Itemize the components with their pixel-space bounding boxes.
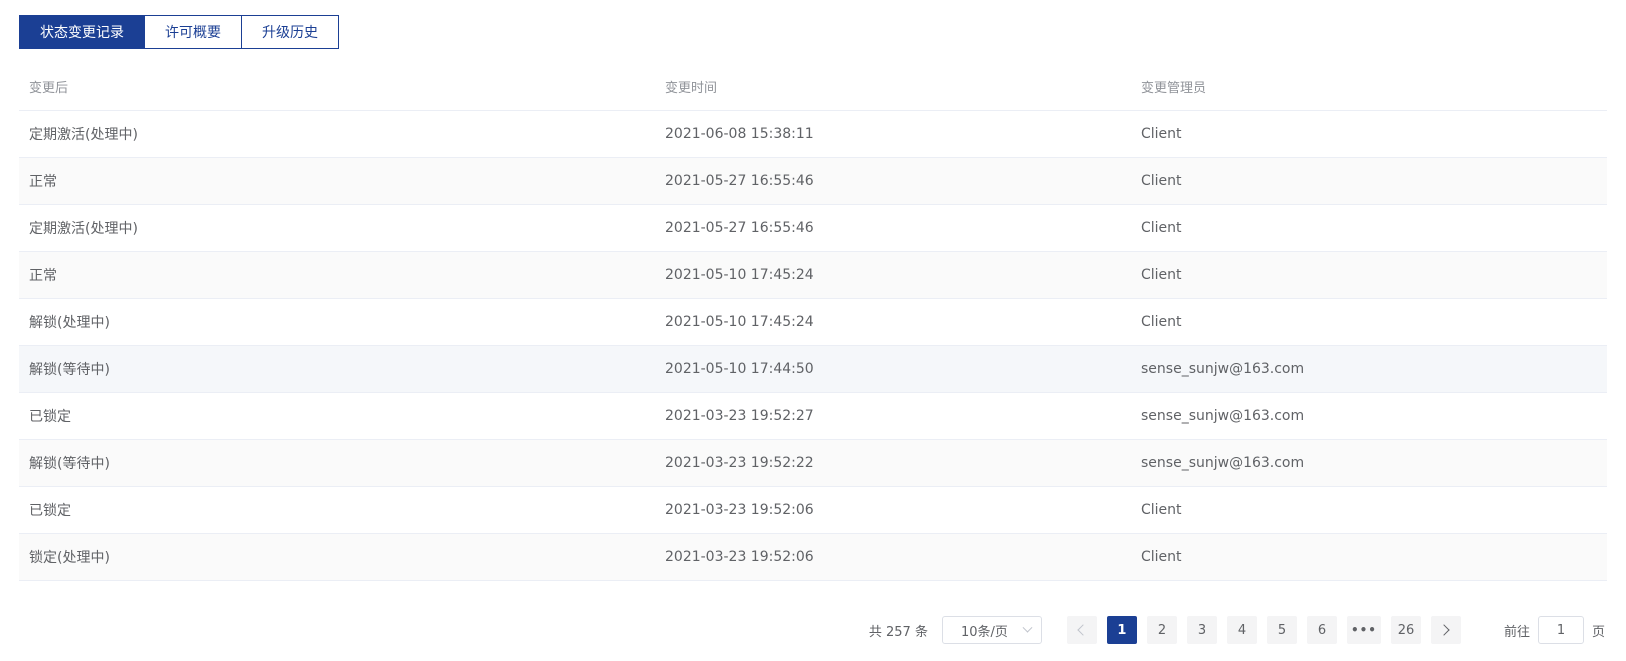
table-row: 正常 2021-05-10 17:45:24 Client bbox=[19, 252, 1607, 299]
cell-admin: sense_sunjw@163.com bbox=[1141, 455, 1305, 471]
next-page-button[interactable] bbox=[1430, 616, 1461, 644]
cell-status: 解锁(等待中) bbox=[29, 362, 110, 378]
cell-time: 2021-05-27 16:55:46 bbox=[665, 220, 814, 236]
table-row: 定期激活(处理中) 2021-05-27 16:55:46 Client bbox=[19, 205, 1607, 252]
page-size-value: 10条/页 bbox=[960, 624, 1008, 640]
cell-time: 2021-05-10 17:44:50 bbox=[665, 361, 814, 377]
cell-time: 2021-05-10 17:45:24 bbox=[665, 267, 814, 283]
cell-status: 已锁定 bbox=[29, 409, 71, 425]
page-size-select[interactable]: 10条/页 bbox=[941, 616, 1042, 644]
cell-time: 2021-06-08 15:38:11 bbox=[665, 126, 814, 142]
chevron-left-icon bbox=[1077, 624, 1090, 636]
total-count: 共 257 条 bbox=[868, 624, 928, 640]
cell-admin: Client bbox=[1141, 314, 1182, 330]
page-button-5[interactable]: 5 bbox=[1266, 616, 1297, 644]
tab-license-summary[interactable]: 许可概要 bbox=[144, 15, 242, 49]
cell-time: 2021-03-23 19:52:06 bbox=[665, 549, 814, 565]
table-row: 定期激活(处理中) 2021-06-08 15:38:11 Client bbox=[19, 111, 1607, 158]
more-pages-button[interactable]: ••• bbox=[1346, 616, 1381, 644]
cell-status: 解锁(处理中) bbox=[29, 315, 110, 331]
table-header: 变更后 变更时间 变更管理员 bbox=[19, 63, 1607, 111]
cell-status: 正常 bbox=[29, 268, 57, 284]
cell-admin: Client bbox=[1141, 549, 1182, 565]
tab-status-change-log[interactable]: 状态变更记录 bbox=[19, 15, 145, 49]
cell-status: 定期激活(处理中) bbox=[29, 221, 138, 237]
cell-status: 已锁定 bbox=[29, 503, 71, 519]
cell-admin: Client bbox=[1141, 126, 1182, 142]
table-row: 解锁(处理中) 2021-05-10 17:45:24 Client bbox=[19, 299, 1607, 346]
cell-admin: sense_sunjw@163.com bbox=[1141, 361, 1305, 377]
tab-bar: 状态变更记录 许可概要 升级历史 bbox=[19, 15, 339, 49]
goto-label: 前往 bbox=[1503, 624, 1530, 640]
page-suffix: 页 bbox=[1591, 624, 1605, 640]
cell-admin: Client bbox=[1141, 220, 1182, 236]
goto-page: 前往 页 bbox=[1504, 616, 1605, 644]
prev-page-button[interactable] bbox=[1066, 616, 1097, 644]
pagination: 共 257 条 10条/页 1 2 3 4 5 6 ••• 26 前往 页 bbox=[869, 616, 1605, 644]
table-row: 锁定(处理中) 2021-03-23 19:52:06 Client bbox=[19, 534, 1607, 581]
cell-status: 锁定(处理中) bbox=[29, 550, 110, 566]
cell-time: 2021-05-27 16:55:46 bbox=[665, 173, 814, 189]
status-change-table: 变更后 变更时间 变更管理员 定期激活(处理中) 2021-06-08 15:3… bbox=[19, 63, 1607, 581]
page-button-26[interactable]: 26 bbox=[1390, 616, 1421, 644]
table-row: 正常 2021-05-27 16:55:46 Client bbox=[19, 158, 1607, 205]
page-button-3[interactable]: 3 bbox=[1186, 616, 1217, 644]
column-header-after-change: 变更后 bbox=[29, 81, 69, 96]
cell-admin: Client bbox=[1141, 502, 1182, 518]
table-row: 解锁(等待中) 2021-03-23 19:52:22 sense_sunjw@… bbox=[19, 440, 1607, 487]
cell-status: 解锁(等待中) bbox=[29, 456, 110, 472]
goto-page-input[interactable] bbox=[1537, 616, 1584, 644]
page-button-4[interactable]: 4 bbox=[1226, 616, 1257, 644]
cell-time: 2021-05-10 17:45:24 bbox=[665, 314, 814, 330]
column-header-change-time: 变更时间 bbox=[665, 81, 718, 96]
cell-status: 正常 bbox=[29, 174, 57, 190]
cell-admin: Client bbox=[1141, 173, 1182, 189]
cell-time: 2021-03-23 19:52:22 bbox=[665, 455, 814, 471]
page-button-2[interactable]: 2 bbox=[1146, 616, 1177, 644]
column-header-change-admin: 变更管理员 bbox=[1141, 81, 1207, 96]
cell-status: 定期激活(处理中) bbox=[29, 127, 138, 143]
table-row: 已锁定 2021-03-23 19:52:06 Client bbox=[19, 487, 1607, 534]
page-button-6[interactable]: 6 bbox=[1306, 616, 1337, 644]
chevron-right-icon bbox=[1438, 624, 1451, 636]
tab-upgrade-history[interactable]: 升级历史 bbox=[241, 15, 339, 49]
table-row: 解锁(等待中) 2021-05-10 17:44:50 sense_sunjw@… bbox=[19, 346, 1607, 393]
cell-time: 2021-03-23 19:52:27 bbox=[665, 408, 814, 424]
cell-time: 2021-03-23 19:52:06 bbox=[665, 502, 814, 518]
table-row: 已锁定 2021-03-23 19:52:27 sense_sunjw@163.… bbox=[19, 393, 1607, 440]
chevron-down-icon bbox=[1022, 622, 1033, 633]
page-button-1[interactable]: 1 bbox=[1106, 616, 1137, 644]
cell-admin: sense_sunjw@163.com bbox=[1141, 408, 1305, 424]
cell-admin: Client bbox=[1141, 267, 1182, 283]
